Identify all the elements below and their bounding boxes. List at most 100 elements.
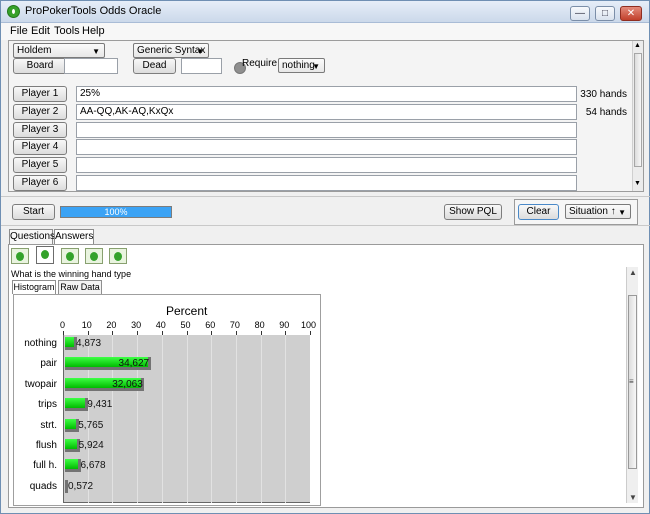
player-5-range-input[interactable] [76,157,577,173]
maximize-button[interactable]: □ [595,6,615,21]
chevron-down-icon: ▼ [92,47,100,56]
window-title: ProPokerTools Odds Oracle [25,5,162,17]
drop-icon[interactable] [61,248,79,264]
player-1-hand-count: 330 hands [580,89,627,100]
scroll-thumb[interactable] [634,53,642,167]
category-label: nothing [24,338,57,349]
tab-histogram[interactable]: Histogram [12,280,56,294]
chevron-down-icon: ▼ [618,208,626,217]
category-label: pair [40,358,57,370]
player-4-range-input[interactable] [76,139,577,155]
menu-tools[interactable]: Tools [54,25,80,37]
require-select[interactable]: nothing ▼ [278,58,325,73]
menu-edit[interactable]: Edit [31,25,50,37]
x-tick-label: 50 [180,320,191,330]
chevron-down-icon: ▼ [312,62,320,71]
category-label: twopair [24,378,57,390]
player-6-range-input[interactable] [76,175,577,191]
category-label: trips [38,399,57,411]
dead-button[interactable]: Dead [133,58,176,74]
dead-cards-input[interactable] [181,58,222,74]
drop-icon[interactable] [109,248,127,264]
x-tick-label: 60 [205,320,216,330]
grid-line [161,335,163,503]
bar-value-label: 5,765 [78,419,104,431]
histogram-bar [65,418,80,432]
histogram-bar [65,398,89,412]
game-select[interactable]: Holdem ▼ [13,43,105,58]
player-6-button[interactable]: Player 6 [13,175,67,191]
player-2-range-input[interactable]: AA-QQ,AK-AQ,KxQx [76,104,577,120]
tab-raw-data[interactable]: Raw Data [58,280,102,294]
player-5-button[interactable]: Player 5 [13,157,67,173]
separator [1,225,650,226]
grid-line [235,335,237,503]
category-label: flush [35,440,57,451]
x-tick-label: 40 [155,320,166,330]
up-arrow-icon[interactable]: ▲ [629,268,637,277]
up-arrow-icon[interactable]: ▲ [634,42,641,49]
answers-scrollbar[interactable]: ▲ ≡ ▼ [626,267,638,503]
application-window: ProPokerTools Odds Oracle — □ ✕ File Edi… [0,0,650,514]
close-button[interactable]: ✕ [620,6,642,21]
x-tick-label: 10 [81,320,92,330]
x-tick-mark [63,331,64,335]
histogram-bar [65,459,82,473]
bar-value-label: 5,924 [78,440,104,451]
x-tick-label: 80 [254,320,265,330]
drop-icon[interactable] [36,246,54,264]
show-pql-button[interactable]: Show PQL [444,204,502,220]
clear-button[interactable]: Clear [518,204,559,220]
bar-value-label: 34,627 [118,358,150,370]
down-arrow-icon[interactable]: ▼ [629,493,637,502]
player-3-range-input[interactable] [76,122,577,138]
tab-questions[interactable]: Questions [9,229,55,244]
grid-line [186,335,188,503]
menu-help[interactable]: Help [82,25,105,37]
down-arrow-icon[interactable]: ▼ [634,180,641,187]
x-tick-label: 90 [279,320,290,330]
x-tick-label: 30 [131,320,142,330]
bar-value-label: 6,678 [80,460,106,472]
bar-value-label: 0,572 [68,480,94,492]
tab-answers[interactable]: Answers [54,229,94,245]
x-tick-label: 100 [301,320,317,330]
board-input[interactable] [64,58,118,74]
drop-icon[interactable] [11,248,29,264]
require-label: Require [242,58,278,69]
player-panel-scrollbar[interactable]: ▲ ▼ [632,41,643,191]
grid-line [285,335,287,503]
x-tick-label: 70 [229,320,240,330]
player-2-hand-count: 54 hands [585,107,627,118]
board-button[interactable]: Board [13,58,67,74]
bar-value-label: 4,873 [76,338,102,349]
player-3-button[interactable]: Player 3 [13,122,67,138]
menu-bar: File Edit Tools Help [1,23,649,40]
menu-file[interactable]: File [10,25,28,37]
progress-bar: 100% [60,206,172,218]
x-tick-label: 0 [60,320,66,330]
minimize-button[interactable]: — [570,6,590,21]
bar-value-label: 9,431 [87,399,113,411]
separator [1,196,650,197]
category-label: quads [29,480,57,492]
player-1-button[interactable]: Player 1 [13,86,67,102]
start-button[interactable]: Start [12,204,55,220]
grid-line [260,335,262,503]
category-label: strt. [40,419,57,431]
syntax-select[interactable]: Generic Syntax ▼ [133,43,209,58]
grid-line [211,335,213,503]
chart-title: Percent [166,304,208,318]
player-2-button[interactable]: Player 2 [13,104,67,120]
category-label: full h. [33,460,57,472]
grip-icon: ≡ [629,377,634,386]
question-text: What is the winning hand type [11,269,132,279]
situation-select[interactable]: Situation ↑ ▼ [565,204,631,219]
histogram-bar [65,439,80,452]
drop-icon[interactable] [85,248,103,264]
x-tick-label: 20 [106,320,117,330]
player-4-button[interactable]: Player 4 [13,139,67,155]
player-1-range-input[interactable]: 25% [76,86,577,102]
poker-drop-icon [7,5,20,18]
bar-value-label: 32,063 [112,378,143,390]
